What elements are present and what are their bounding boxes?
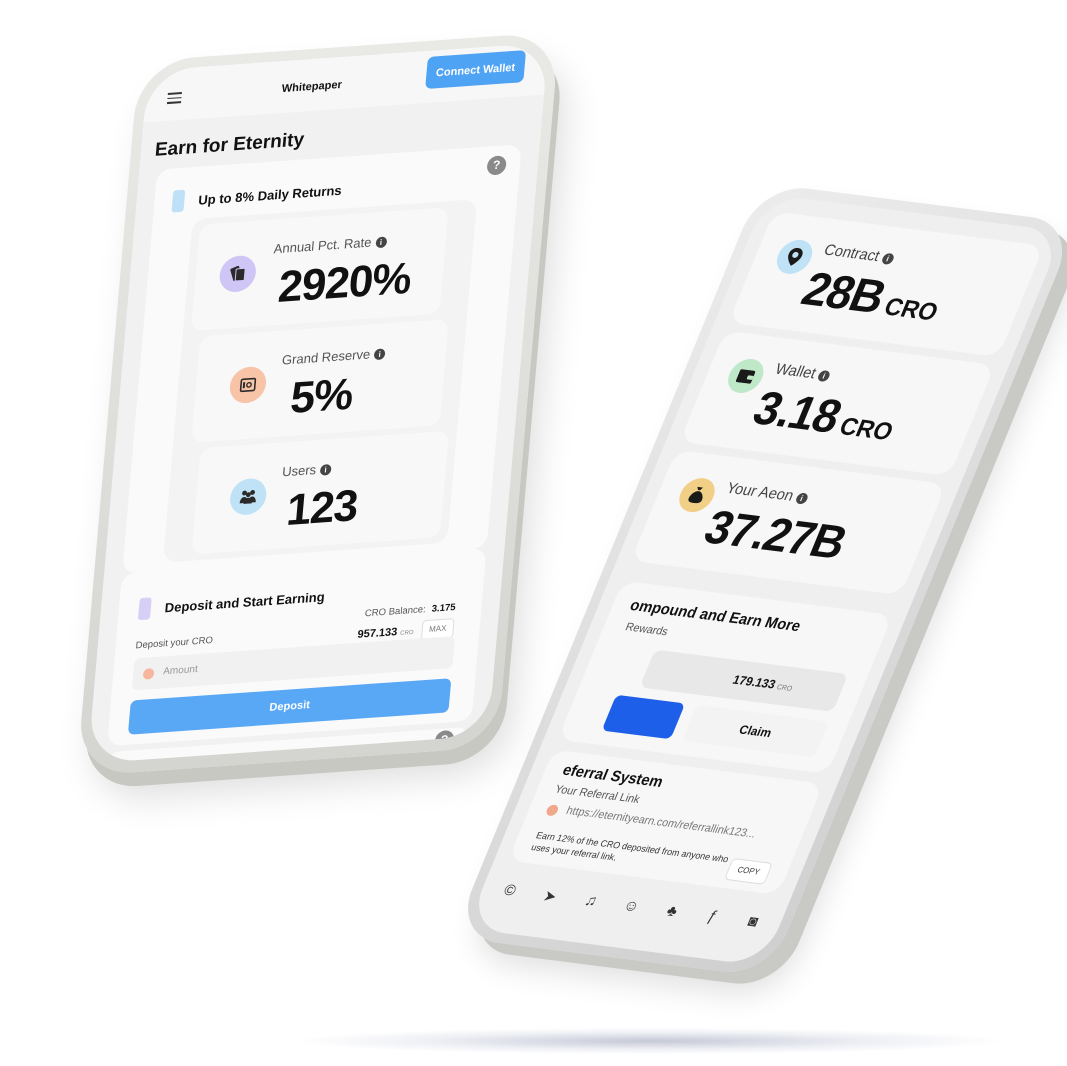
social-links: © ➤ ♫ ☺ ♣ ƒ ◙: [496, 881, 766, 932]
compound-section: ompound and Earn More Rewards 179.133CRO…: [557, 580, 893, 774]
whitepaper-link[interactable]: Whitepaper: [281, 79, 342, 95]
tree-icon[interactable]: ♣: [659, 902, 685, 922]
wallet-label: Wallet i: [772, 360, 833, 384]
returns-accent-bar: [171, 189, 186, 213]
returns-card: Up to 8% Daily Returns ? Annual Pct. Rat…: [122, 144, 522, 574]
reserve-label: Grand Reserve i: [281, 345, 386, 368]
cro-token-icon: [142, 667, 155, 680]
apr-metric: Annual Pct. Rate i 2920%: [190, 207, 449, 332]
floor-shadow: [300, 1028, 1000, 1054]
info-icon[interactable]: i: [319, 464, 332, 476]
rewards-value: 179.133CRO: [730, 672, 794, 693]
deposit-heading: Deposit and Start Earning: [164, 589, 326, 616]
deposit-field-label: Deposit your CRO: [135, 634, 214, 652]
wallet-icon: [722, 357, 769, 395]
location-icon: [771, 237, 818, 276]
cro-balance: CRO Balance: 3.175: [364, 602, 457, 620]
twitter-icon[interactable]: ♫: [577, 891, 603, 911]
safe-icon: [228, 365, 268, 405]
help-icon[interactable]: ?: [486, 155, 507, 176]
rewards-label: Rewards: [623, 621, 670, 639]
wallet-stat-card: Wallet i 3.18CRO: [679, 330, 996, 477]
reserve-metric: Grand Reserve i 5%: [191, 318, 449, 443]
amount-placeholder: Amount: [162, 663, 199, 678]
metrics-container: Annual Pct. Rate i 2920% Grand Reserve i 5…: [162, 199, 478, 563]
info-icon[interactable]: i: [880, 252, 896, 265]
aeon-stat-card: Your Aeon i 37.27B: [630, 449, 947, 596]
front-phone-screen: Whitepaper Connect Wallet Earn for Etern…: [87, 42, 549, 764]
reserve-value: 5%: [288, 369, 355, 424]
info-icon[interactable]: i: [373, 348, 386, 361]
returns-heading: Up to 8% Daily Returns: [197, 182, 343, 208]
compound-button[interactable]: [601, 694, 686, 740]
apr-value: 2920%: [276, 253, 413, 313]
money-icon: [218, 254, 258, 294]
deposit-card: Deposit and Start Earning CRO Balance: 3.…: [106, 547, 487, 747]
aeon-value: 37.27B: [697, 499, 855, 569]
info-icon[interactable]: i: [794, 491, 810, 505]
deposit-accent-bar: [137, 597, 152, 621]
facebook-icon[interactable]: ƒ: [699, 907, 725, 927]
users-value: 123: [284, 480, 360, 536]
copyright-icon[interactable]: ©: [496, 881, 522, 901]
apr-label: Annual Pct. Rate i: [273, 233, 387, 256]
contract-value: 28BCRO: [794, 261, 942, 327]
back-phone-screen: Contract i 28BCRO Wallet i 3.18CRO Your Ae…: [466, 193, 1064, 967]
page-title: Earn for Eternity: [154, 129, 306, 161]
instagram-icon[interactable]: ◙: [740, 912, 766, 932]
link-dot-icon: [544, 804, 560, 817]
users-metric: Users i 123: [191, 430, 450, 555]
wallet-value: 3.18CRO: [745, 380, 898, 447]
users-icon: [228, 477, 268, 517]
info-icon[interactable]: i: [816, 369, 832, 382]
copy-button[interactable]: COPY: [723, 857, 774, 885]
front-phone-mockup: Whitepaper Connect Wallet Earn for Etern…: [76, 31, 560, 777]
back-phone-mockup: Contract i 28BCRO Wallet i 3.18CRO Your Ae…: [452, 182, 1067, 978]
claim-button[interactable]: Claim: [682, 704, 829, 758]
connect-wallet-button[interactable]: Connect Wallet: [425, 50, 527, 90]
discord-icon[interactable]: ☺: [618, 896, 644, 916]
money-bag-icon: [673, 476, 721, 515]
users-label: Users i: [282, 461, 332, 479]
info-icon[interactable]: i: [374, 236, 387, 249]
hamburger-menu-icon[interactable]: [166, 92, 182, 104]
telegram-icon[interactable]: ➤: [537, 886, 563, 906]
referral-section: eferral System Your Referral Link https:…: [508, 749, 824, 895]
contract-stat-card: Contract i 28BCRO: [728, 211, 1044, 357]
